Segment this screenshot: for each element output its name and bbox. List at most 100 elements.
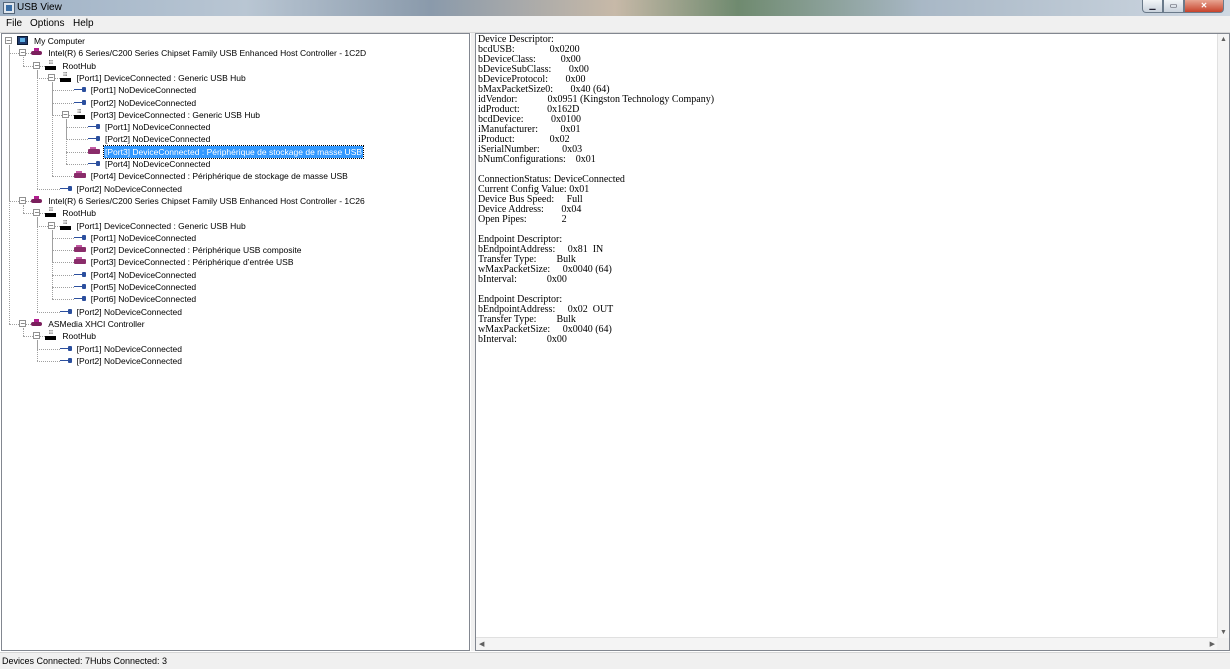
tree-node-label: RootHub [62, 60, 96, 71]
collapse-toggle-icon[interactable]: − [47, 221, 55, 229]
maximize-button[interactable]: ▭ [1163, 0, 1184, 13]
tree-connector [51, 229, 53, 300]
usb-plug-icon [59, 307, 72, 316]
tree-node-label: Intel(R) 6 Series/C200 Series Chipset Fa… [48, 195, 365, 206]
title-bar: USB View ▁ ▭ ✕ [0, 0, 1230, 16]
tree-connector [37, 69, 39, 189]
tree-connector [65, 118, 67, 164]
usb-plug-icon [59, 356, 72, 365]
collapse-toggle-icon[interactable]: − [33, 209, 41, 217]
tree-node-label: [Port3] DeviceConnected : Périphérique d… [90, 257, 294, 268]
menu-bar: File Options Help [0, 16, 1230, 33]
tree-connector [65, 151, 88, 153]
tree-connector [37, 360, 60, 362]
tree-node-label: [Port2] NoDeviceConnected [90, 97, 197, 108]
tree-node-label: [Port6] NoDeviceConnected [90, 294, 197, 305]
usb-plug-icon [88, 159, 100, 168]
tree-node-label: [Port1] DeviceConnected : Generic USB Hu… [76, 72, 246, 83]
tree-connector [9, 45, 10, 324]
tree-node-label: RootHub [62, 208, 96, 219]
scroll-up-icon[interactable]: ▲ [1220, 36, 1227, 43]
menu-file[interactable]: File [6, 18, 22, 29]
scroll-corner [1217, 638, 1229, 650]
collapse-toggle-icon[interactable]: − [33, 61, 41, 69]
usb-device-icon [73, 171, 86, 180]
tree-connector [23, 204, 25, 214]
tree-connector [51, 81, 53, 177]
tree-node-label: RootHub [62, 331, 96, 342]
tree-connector [51, 90, 74, 92]
collapse-toggle-icon[interactable]: − [19, 196, 27, 204]
collapse-toggle-icon[interactable]: − [5, 37, 12, 45]
tree-connector [51, 299, 74, 301]
tree-node-label: [Port4] NoDeviceConnected [90, 269, 197, 280]
collapse-toggle-icon[interactable]: − [47, 73, 55, 81]
tree-node-label: [Port3] DeviceConnected : Generic USB Hu… [90, 109, 260, 120]
tree-connector [37, 311, 60, 313]
tree-node-label: My Computer [34, 36, 86, 46]
collapse-toggle-icon[interactable]: − [19, 319, 27, 327]
tree-connector [23, 57, 25, 66]
window-controls: ▁ ▭ ✕ [1142, 0, 1224, 13]
tree-connector [23, 327, 25, 337]
tree-connector [51, 102, 74, 104]
usb-device-icon [73, 245, 86, 254]
usb-plug-icon [73, 294, 86, 303]
usb-device-icon [73, 257, 86, 266]
usb-controller-icon [31, 195, 43, 205]
collapse-toggle-icon[interactable]: − [33, 332, 41, 340]
hub-icon: ⫶⫶⫶ [45, 60, 57, 70]
tree-connector [51, 262, 74, 264]
tree-node-label: [Port5] NoDeviceConnected [90, 282, 197, 292]
device-tree[interactable]: − My Computer − Intel(R) 6 Series/C200 Seri… [1, 33, 470, 651]
computer-icon [17, 36, 28, 45]
scroll-left-icon[interactable]: ◀ [479, 640, 484, 648]
collapse-toggle-icon[interactable]: − [19, 49, 27, 57]
usb-plug-icon [73, 233, 86, 242]
details-pane[interactable]: Device Descriptor: bcdUSB: 0x0200 bDevic… [475, 33, 1230, 651]
tree-connector [51, 287, 74, 288]
tree-node-label: Intel(R) 6 Series/C200 Series Chipset Fa… [48, 48, 367, 59]
hub-icon: ⫶⫶⫶ [73, 109, 85, 119]
status-bar: Devices Connected: 7 Hubs Connected: 3 [0, 652, 1230, 669]
tree-connector [51, 250, 74, 252]
tree-node-label: [Port2] NoDeviceConnected [76, 183, 182, 194]
menu-help[interactable]: Help [73, 18, 94, 29]
tree-node-label: [Port4] NoDeviceConnected [105, 159, 211, 169]
usb-plug-icon [88, 122, 100, 131]
horizontal-scrollbar[interactable]: ◀ ▶ [476, 637, 1218, 650]
minimize-button[interactable]: ▁ [1142, 0, 1163, 13]
tree-node-label: [Port2] NoDeviceConnected [76, 306, 182, 317]
scroll-down-icon[interactable]: ▼ [1220, 629, 1227, 636]
tree-connector [65, 164, 88, 165]
tree-node-label: [Port1] NoDeviceConnected [90, 85, 197, 96]
app-icon [3, 2, 15, 14]
tree-connector [51, 274, 74, 276]
tree-connector [51, 237, 74, 239]
tree-connector [37, 188, 60, 190]
usb-plug-icon [73, 98, 86, 107]
tree-connector [65, 139, 88, 141]
hub-icon: ⫶⫶⫶ [45, 208, 57, 218]
devices-connected: Devices Connected: 7 [2, 656, 91, 666]
tree-node-label: [Port4] DeviceConnected : Périphérique d… [90, 171, 348, 182]
tree-connector [65, 127, 88, 129]
close-button[interactable]: ✕ [1184, 0, 1224, 13]
menu-options[interactable]: Options [30, 18, 64, 29]
usb-controller-icon [31, 48, 43, 57]
tree-node-label: [Port2] DeviceConnected : Périphérique U… [90, 245, 302, 256]
hub-icon: ⫶⫶⫶ [59, 220, 71, 230]
usb-plug-icon [59, 344, 72, 353]
vertical-scrollbar[interactable]: ▲ ▼ [1217, 34, 1229, 638]
usb-plug-icon [59, 184, 72, 193]
usb-device-icon [88, 146, 100, 156]
tree-node-label: [Port2] NoDeviceConnected [105, 134, 211, 145]
usb-plug-icon [73, 282, 86, 291]
tree-connector [37, 340, 39, 361]
tree-node-label: [Port1] DeviceConnected : Generic USB Hu… [76, 220, 246, 231]
tree-connector [37, 348, 60, 350]
usb-plug-icon [73, 85, 86, 94]
collapse-toggle-icon[interactable]: − [61, 110, 69, 118]
scroll-right-icon[interactable]: ▶ [1210, 640, 1215, 648]
window-title: USB View [17, 2, 62, 13]
